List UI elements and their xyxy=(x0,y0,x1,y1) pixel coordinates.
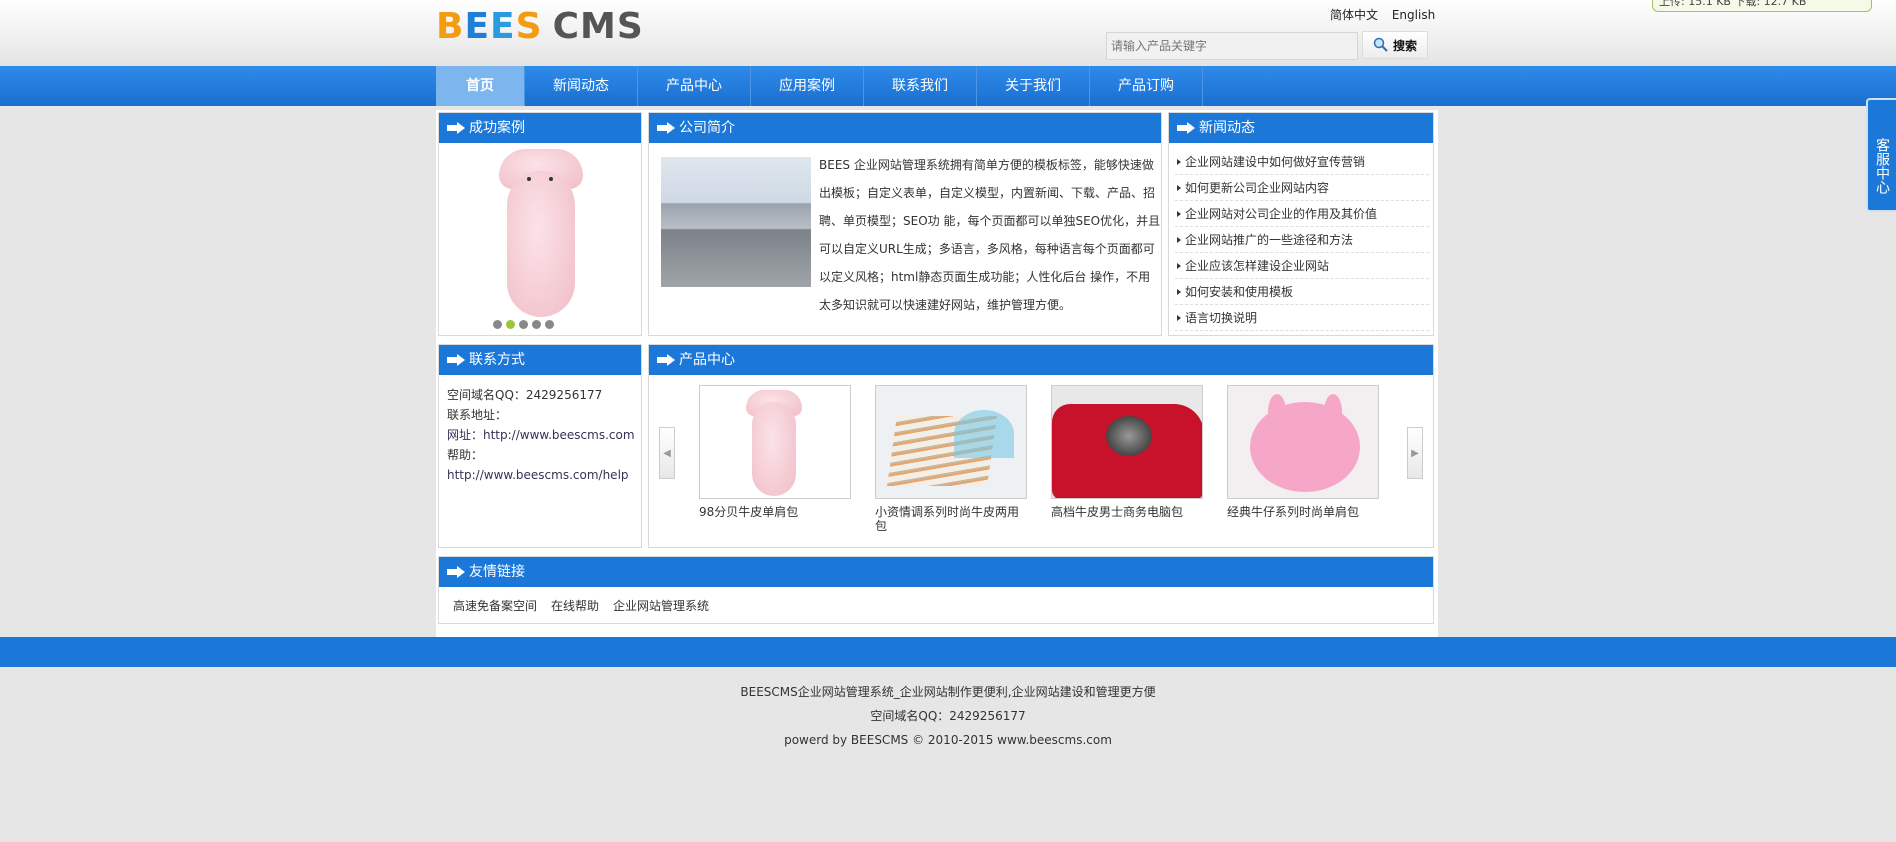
footer-slogan: BEESCMS企业网站管理系统_企业网站制作更便利,企业网站建设和管理更方便 xyxy=(740,685,1156,699)
contact-qq: 空间域名QQ：2429256177 xyxy=(447,388,603,402)
product-name: 高档牛皮男士商务电脑包 xyxy=(1051,505,1184,519)
arrow-right-icon xyxy=(447,566,465,578)
slider-dot[interactable] xyxy=(506,320,515,329)
nav-about[interactable]: 关于我们 xyxy=(977,66,1090,106)
contact-title: 联系方式 xyxy=(439,345,641,375)
contact-help-label: 帮助： xyxy=(447,448,484,462)
news-title: 新闻动态 xyxy=(1169,113,1433,143)
customer-service-tab[interactable]: 客服中心 xyxy=(1866,98,1896,212)
intro-panel: 公司简介 BEES 企业网站管理系统拥有简单方便的模板标签，能够快速做出模板；自… xyxy=(648,112,1162,336)
product-card[interactable]: 小资情调系列时尚牛皮两用包 xyxy=(875,385,1027,533)
carousel-prev-button[interactable]: ◀ xyxy=(659,427,675,479)
slider-dot[interactable] xyxy=(545,320,554,329)
product-image xyxy=(699,385,851,499)
carousel-next-button[interactable]: ▶ xyxy=(1407,427,1423,479)
news-item[interactable]: 企业网站建设中如何做好宣传营销 xyxy=(1175,149,1429,175)
footer-qq: 空间域名QQ：2429256177 xyxy=(870,709,1026,723)
friend-links-title: 友情链接 xyxy=(439,557,1433,587)
arrow-right-icon xyxy=(447,354,465,366)
chevron-left-icon: ◀ xyxy=(663,447,671,459)
search-button-label: 搜索 xyxy=(1392,38,1417,53)
product-card[interactable]: 98分贝牛皮单肩包 xyxy=(699,385,851,519)
nav-news[interactable]: 新闻动态 xyxy=(525,66,638,106)
cases-title: 成功案例 xyxy=(439,113,641,143)
chevron-right-icon: ▶ xyxy=(1411,447,1419,459)
lang-chinese-link[interactable]: 简体中文 xyxy=(1330,8,1378,22)
product-name: 小资情调系列时尚牛皮两用包 xyxy=(875,505,1020,533)
friend-links-list: 高速免备案空间 在线帮助 企业网站管理系统 xyxy=(453,597,709,614)
search-input[interactable] xyxy=(1106,32,1358,60)
case-slide-image[interactable] xyxy=(493,149,589,319)
news-item[interactable]: 企业网站对公司企业的作用及其价值 xyxy=(1175,201,1429,227)
magnifier-icon xyxy=(1373,37,1388,52)
language-switcher: 简体中文 English xyxy=(1330,6,1445,23)
footer-bar xyxy=(0,637,1896,667)
news-item[interactable]: 如何更新公司企业网站内容 xyxy=(1175,175,1429,201)
contact-info: 空间域名QQ：2429256177 联系地址： 网址：http://www.be… xyxy=(447,385,635,485)
news-panel: 新闻动态 企业网站建设中如何做好宣传营销 如何更新公司企业网站内容 企业网站对公… xyxy=(1168,112,1434,336)
product-image xyxy=(1227,385,1379,499)
product-card[interactable]: 经典牛仔系列时尚单肩包 xyxy=(1227,385,1379,519)
news-item[interactable]: 企业网站推广的一些途径和方法 xyxy=(1175,227,1429,253)
nav-home[interactable]: 首页 xyxy=(436,66,525,106)
product-name: 经典牛仔系列时尚单肩包 xyxy=(1227,505,1360,519)
footer: BEESCMS企业网站管理系统_企业网站制作更便利,企业网站建设和管理更方便 空… xyxy=(0,680,1896,752)
product-card[interactable]: 高档牛皮男士商务电脑包 xyxy=(1051,385,1203,519)
intro-text: BEES 企业网站管理系统拥有简单方便的模板标签，能够快速做出模板；自定义表单，… xyxy=(819,158,1161,312)
main-content: 成功案例 公司简介 BEES 企业网站管理系统拥有简单方便的模板标签，能够快速做… xyxy=(436,110,1438,637)
cases-panel: 成功案例 xyxy=(438,112,642,336)
product-image xyxy=(1051,385,1203,499)
slider-dot[interactable] xyxy=(519,320,528,329)
news-item[interactable]: 如何安装和使用模板 xyxy=(1175,279,1429,305)
footer-copyright: powerd by BEESCMS © 2010-2015 www.beescm… xyxy=(784,733,1112,747)
factory-photo xyxy=(661,157,811,287)
customer-service-label: 客服中心 xyxy=(1874,138,1890,194)
friend-link[interactable]: 企业网站管理系统 xyxy=(613,597,709,614)
logo-text: CMS xyxy=(552,5,644,47)
slider-dots xyxy=(493,320,554,329)
nav-order[interactable]: 产品订购 xyxy=(1090,66,1203,106)
intro-title: 公司简介 xyxy=(649,113,1161,143)
traffic-indicator: 上传: 15.1 KB 下载: 12.7 KB xyxy=(1652,0,1872,12)
products-panel: 产品中心 ◀ ▶ 98分贝牛皮单肩包 小资情调系列时尚牛皮两用包 高档牛皮男士商… xyxy=(648,344,1434,548)
arrow-right-icon xyxy=(1177,122,1195,134)
products-title: 产品中心 xyxy=(649,345,1433,375)
contact-panel: 联系方式 空间域名QQ：2429256177 联系地址： 网址：http://w… xyxy=(438,344,642,548)
contact-address: 联系地址： xyxy=(447,408,508,422)
news-list: 企业网站建设中如何做好宣传营销 如何更新公司企业网站内容 企业网站对公司企业的作… xyxy=(1175,149,1429,331)
search-button[interactable]: 搜索 xyxy=(1362,31,1428,59)
nav-contact[interactable]: 联系我们 xyxy=(864,66,977,106)
site-logo[interactable]: BEES CMS xyxy=(436,5,644,47)
nav-products[interactable]: 产品中心 xyxy=(638,66,751,106)
lang-english-link[interactable]: English xyxy=(1392,8,1435,22)
contact-help-link[interactable]: http://www.beescms.com/help xyxy=(447,465,635,485)
product-name: 98分贝牛皮单肩包 xyxy=(699,505,799,519)
nav-cases[interactable]: 应用案例 xyxy=(751,66,864,106)
main-nav: 首页 新闻动态 产品中心 应用案例 联系我们 关于我们 产品订购 xyxy=(436,66,1203,106)
arrow-right-icon xyxy=(447,122,465,134)
news-item[interactable]: 企业应该怎样建设企业网站 xyxy=(1175,253,1429,279)
slider-dot[interactable] xyxy=(493,320,502,329)
product-image xyxy=(875,385,1027,499)
arrow-right-icon xyxy=(657,354,675,366)
arrow-right-icon xyxy=(657,122,675,134)
friend-link[interactable]: 高速免备案空间 xyxy=(453,597,537,614)
contact-website[interactable]: 网址：http://www.beescms.com xyxy=(447,425,635,445)
slider-dot[interactable] xyxy=(532,320,541,329)
header-background xyxy=(0,0,1896,66)
friend-links-panel: 友情链接 高速免备案空间 在线帮助 企业网站管理系统 xyxy=(438,556,1434,624)
friend-link[interactable]: 在线帮助 xyxy=(551,597,599,614)
news-item[interactable]: 语言切换说明 xyxy=(1175,305,1429,331)
